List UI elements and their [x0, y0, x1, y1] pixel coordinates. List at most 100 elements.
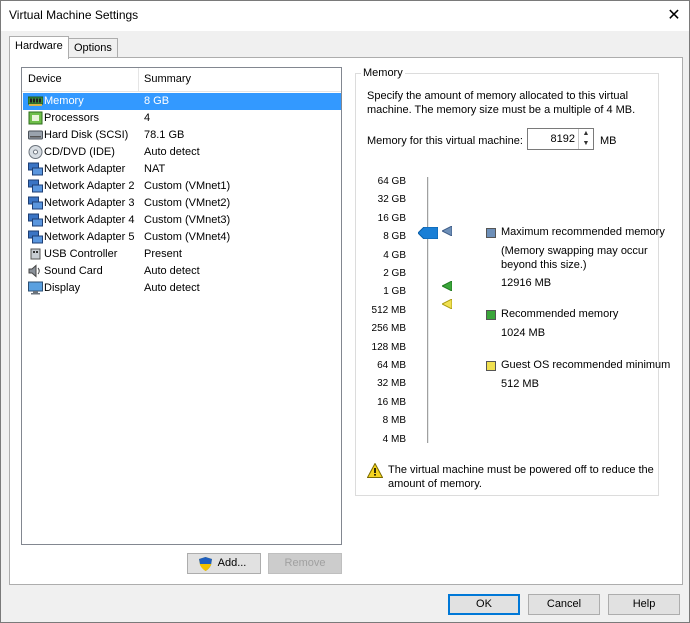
device-name: Memory: [44, 95, 84, 107]
add-button[interactable]: Add...: [187, 553, 261, 574]
title-bar: Virtual Machine Settings ✕: [1, 1, 689, 31]
remove-button[interactable]: Remove: [268, 553, 342, 574]
device-list-header: Device Summary: [22, 68, 341, 92]
device-name: Network Adapter 4: [44, 214, 135, 226]
guest-min-marker: [442, 299, 452, 309]
memory-scale-tick: 256 MB: [371, 323, 406, 335]
tab-options[interactable]: Options: [68, 38, 118, 58]
tab-hardware[interactable]: Hardware: [9, 36, 69, 59]
max-recommended-value: 12916 MB: [501, 277, 552, 289]
device-row[interactable]: Processors 4: [23, 110, 341, 127]
device-name: Hard Disk (SCSI): [44, 129, 129, 141]
spin-up-icon[interactable]: ▲: [579, 129, 593, 139]
device-name: Network Adapter: [44, 163, 126, 175]
device-name: Network Adapter 5: [44, 231, 135, 243]
device-row[interactable]: Hard Disk (SCSI) 78.1 GB: [23, 127, 341, 144]
memory-scale-tick: 4 MB: [382, 433, 406, 445]
device-row[interactable]: Memory 8 GB: [23, 93, 341, 110]
hard-disk-icon: [28, 128, 43, 142]
memory-scale-tick: 4 GB: [383, 249, 406, 261]
memory-scale-tick: 512 MB: [371, 304, 406, 316]
device-summary: NAT: [144, 163, 166, 175]
memory-spinbox[interactable]: 8192 ▲ ▼: [527, 128, 594, 150]
max-recommended-note: (Memory swapping may occur beyond this s…: [501, 245, 648, 271]
processor-icon: [28, 111, 43, 125]
memory-scale-tick: 32 GB: [377, 194, 406, 206]
memory-value-input[interactable]: 8192: [551, 133, 575, 145]
memory-unit: MB: [600, 135, 617, 147]
max-recommended-label: Maximum recommended memory: [501, 226, 665, 238]
device-name: CD/DVD (IDE): [44, 146, 115, 158]
memory-group-title: Memory: [361, 67, 405, 79]
device-summary: Auto detect: [144, 282, 200, 294]
spin-down-icon[interactable]: ▼: [579, 139, 593, 149]
spin-arrows[interactable]: ▲ ▼: [578, 129, 593, 149]
device-summary: 4: [144, 112, 151, 124]
max-recommended-marker: [442, 226, 452, 236]
memory-scale-tick: 2 GB: [383, 268, 406, 279]
memory-scale-tick: 32 MB: [377, 378, 406, 390]
device-row[interactable]: Sound Card Auto detect: [23, 263, 341, 280]
add-button-label: Add...: [217, 557, 247, 569]
memory-scale-tick: 16 MB: [377, 396, 406, 408]
device-list: Device Summary Memory 8 GB Processors 4 Hard…: [21, 67, 342, 545]
device-row[interactable]: Network Adapter NAT: [23, 161, 341, 178]
cd-dvd-icon: [28, 145, 43, 159]
device-row[interactable]: USB Controller Present: [23, 246, 341, 263]
memory-scale-tick: 8 MB: [382, 415, 406, 427]
guest-min-label: Guest OS recommended minimum: [501, 359, 671, 371]
device-summary: Custom (VMnet2): [144, 197, 231, 209]
device-summary: 78.1 GB: [144, 129, 185, 141]
cancel-button[interactable]: Cancel: [528, 594, 600, 615]
device-summary: Custom (VMnet3): [144, 214, 231, 226]
window-title: Virtual Machine Settings: [9, 8, 139, 22]
warning-text: The virtual machine must be powered off …: [388, 464, 654, 490]
device-summary: 8 GB: [144, 95, 170, 107]
network-adapter-icon: [28, 230, 43, 244]
recommended-value: 1024 MB: [501, 327, 546, 339]
memory-scale-tick: 64 GB: [377, 176, 406, 187]
device-row[interactable]: Network Adapter 3 Custom (VMnet2): [23, 195, 341, 212]
column-header-device[interactable]: Device: [28, 73, 62, 85]
device-row[interactable]: CD/DVD (IDE) Auto detect: [23, 144, 341, 161]
device-row[interactable]: Network Adapter 2 Custom (VMnet1): [23, 178, 341, 195]
network-adapter-icon: [28, 162, 43, 176]
warning-icon: [367, 463, 383, 478]
device-name: USB Controller: [44, 248, 118, 260]
memory-group: Memory Specify the amount of memory allo…: [355, 67, 670, 496]
guest-min-swatch: [486, 361, 496, 371]
network-adapter-icon: [28, 179, 43, 193]
device-name: Display: [44, 282, 81, 294]
device-row[interactable]: Network Adapter 5 Custom (VMnet4): [23, 229, 341, 246]
ok-button[interactable]: OK: [448, 594, 520, 615]
device-name: Processors: [44, 112, 100, 124]
device-summary: Auto detect: [144, 265, 200, 277]
device-summary: Custom (VMnet4): [144, 231, 231, 243]
memory-slider-thumb[interactable]: [418, 227, 438, 239]
column-header-summary[interactable]: Summary: [144, 73, 191, 85]
memory-field-label: Memory for this virtual machine:: [367, 135, 523, 147]
recommended-marker: [442, 281, 452, 291]
device-row[interactable]: Display Auto detect: [23, 280, 341, 297]
monitor-icon: [28, 281, 43, 295]
help-button[interactable]: Help: [608, 594, 680, 615]
device-summary: Custom (VMnet1): [144, 180, 231, 192]
device-name: Network Adapter 2: [44, 180, 135, 192]
vm-settings-window: Virtual Machine Settings ✕ Hardware Opti…: [0, 0, 690, 623]
max-recommended-swatch: [486, 228, 496, 238]
device-summary: Auto detect: [144, 146, 200, 158]
speaker-icon: [28, 264, 43, 278]
memory-scale-tick: 8 GB: [383, 231, 406, 243]
memory-scale-tick: 128 MB: [371, 341, 406, 353]
memory-icon: [27, 94, 44, 108]
close-icon[interactable]: ✕: [663, 5, 685, 27]
device-name: Network Adapter 3: [44, 197, 135, 209]
memory-scale-tick: 64 MB: [377, 360, 406, 371]
hardware-panel: Device Summary Memory 8 GB Processors 4 Hard…: [9, 57, 683, 585]
device-row[interactable]: Network Adapter 4 Custom (VMnet3): [23, 212, 341, 229]
network-adapter-icon: [28, 196, 43, 210]
shield-icon: [199, 557, 212, 571]
memory-scale-tick: 1 GB: [383, 286, 406, 298]
memory-slider-track[interactable]: [427, 177, 430, 443]
recommended-label: Recommended memory: [501, 308, 619, 320]
